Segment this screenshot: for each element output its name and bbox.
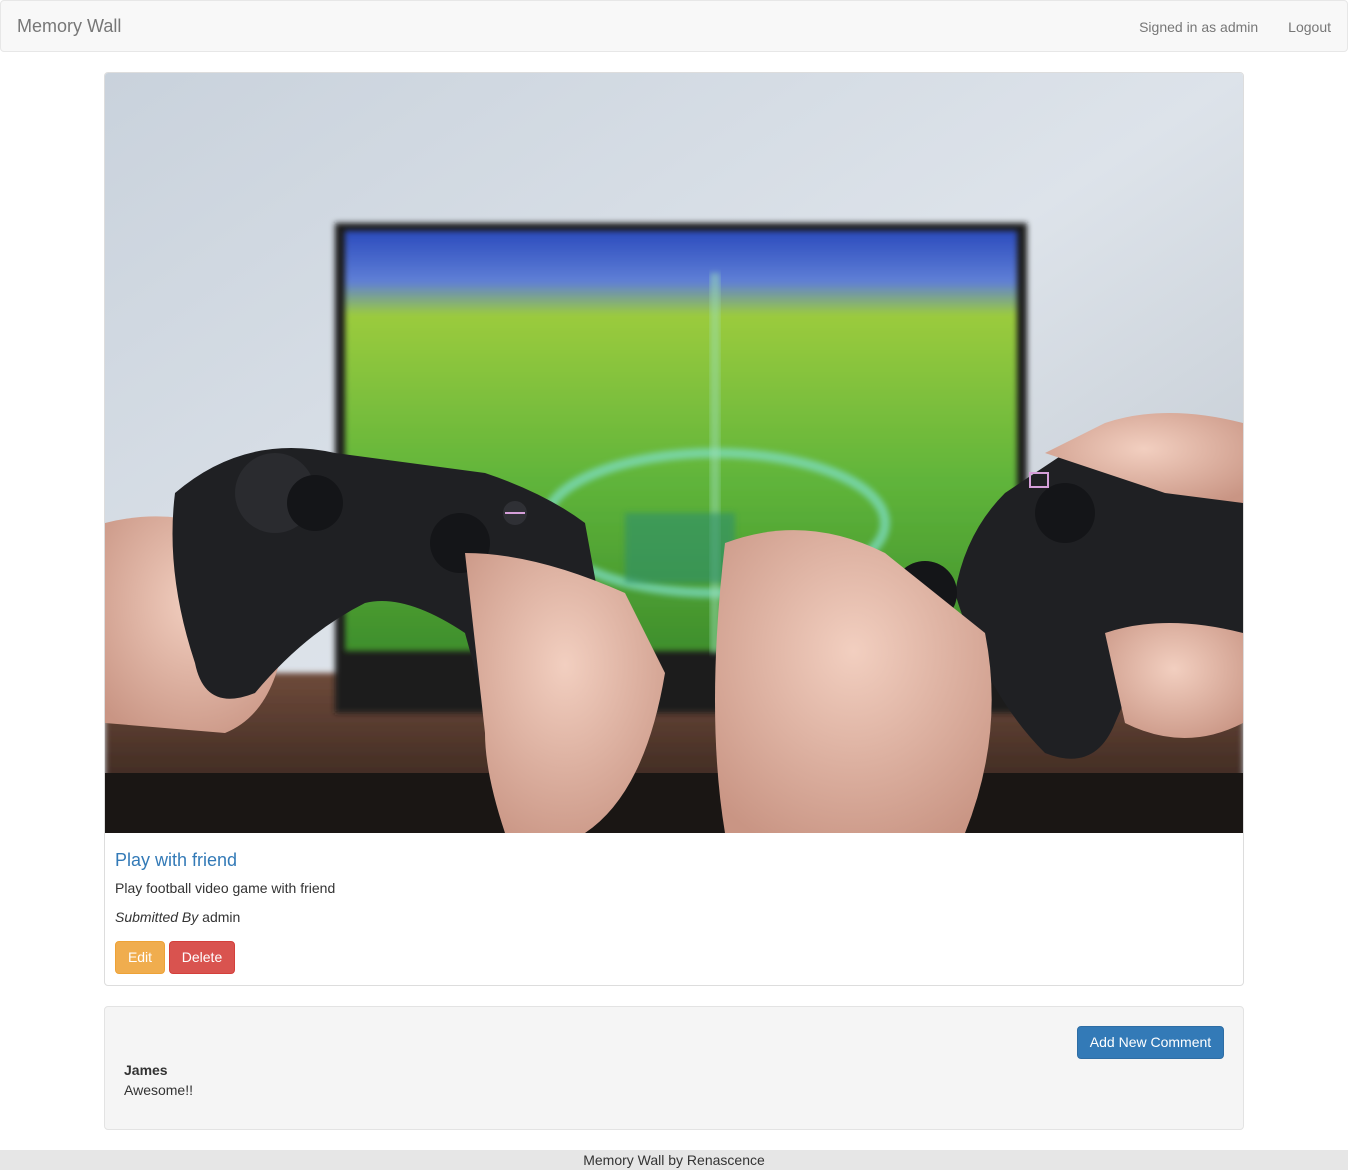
submitted-by: Submitted By admin	[115, 909, 335, 925]
edit-button[interactable]: Edit	[115, 941, 165, 974]
memory-description: Play football video game with friend	[115, 880, 336, 896]
gaming-controllers-image	[105, 73, 1243, 833]
submitted-by-label: Submitted By	[115, 909, 199, 925]
memory-actions: Edit Delete	[115, 941, 235, 974]
signed-in-link[interactable]: Signed in as admin	[1139, 19, 1258, 35]
delete-button[interactable]: Delete	[169, 941, 235, 974]
comment-author: James	[124, 1062, 168, 1078]
navbar: Memory Wall Signed in as admin Logout	[0, 0, 1348, 52]
navbar-right: Signed in as admin Logout	[1139, 19, 1331, 35]
memory-photo	[105, 73, 1243, 833]
memory-caption: Play with friend Play football video gam…	[115, 850, 335, 925]
brand-link[interactable]: Memory Wall	[17, 16, 121, 37]
footer: Memory Wall by Renascence	[0, 1150, 1348, 1170]
submitted-by-user: admin	[202, 909, 241, 925]
comment-item: James Awesome!!	[124, 1062, 193, 1098]
comment-text: Awesome!!	[124, 1082, 193, 1098]
memory-card: Play with friend Play football video gam…	[104, 72, 1244, 986]
comments-panel: Add New Comment James Awesome!!	[104, 1006, 1244, 1130]
logout-link[interactable]: Logout	[1288, 19, 1331, 35]
add-comment-button[interactable]: Add New Comment	[1077, 1026, 1224, 1059]
memory-title[interactable]: Play with friend	[115, 850, 335, 871]
